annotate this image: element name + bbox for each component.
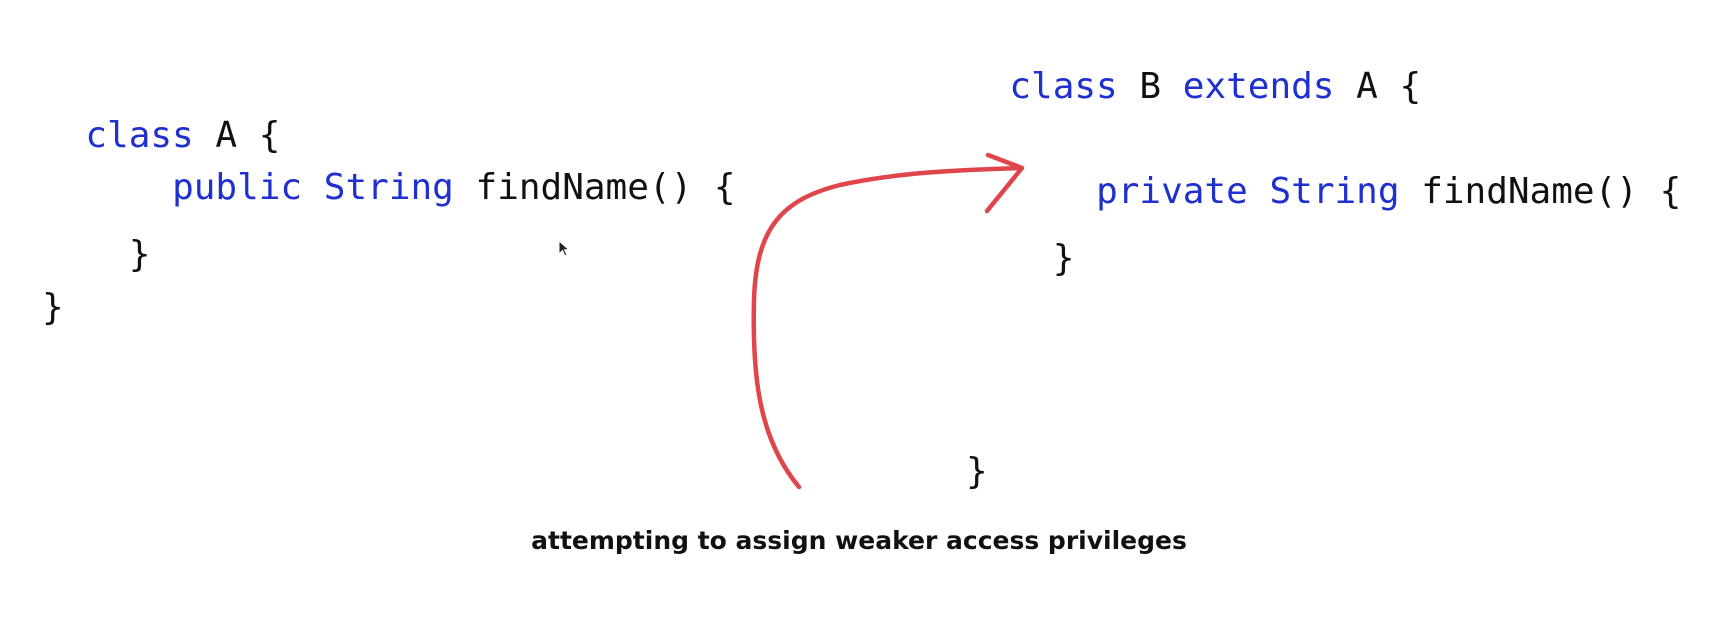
arrow-shaft xyxy=(751,165,1023,490)
caption: attempting to assign weaker access privi… xyxy=(531,526,1187,555)
arrow-head xyxy=(984,152,1025,214)
mouse-pointer-icon xyxy=(558,240,571,257)
